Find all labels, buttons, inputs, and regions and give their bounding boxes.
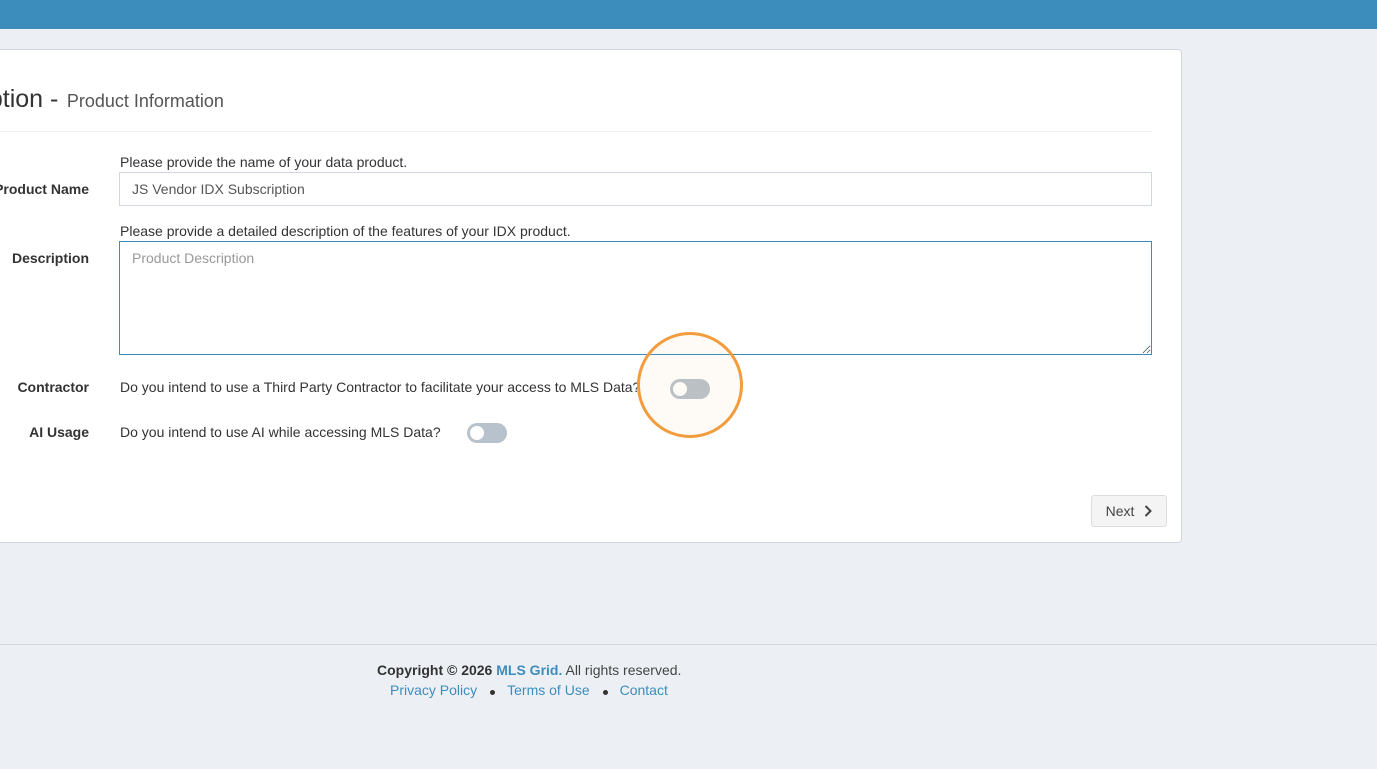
contact-link[interactable]: Contact [620, 682, 668, 698]
footer-copyright: Copyright © 2026 MLS Grid. All rights re… [377, 662, 681, 678]
copyright-text: Copyright © 2026 [377, 662, 493, 678]
description-textarea[interactable] [119, 241, 1152, 355]
page-subtitle: Product Information [66, 91, 224, 111]
chevron-right-icon [1145, 505, 1153, 517]
privacy-policy-link[interactable]: Privacy Policy [390, 682, 477, 698]
ai-usage-question: Do you intend to use AI while accessing … [120, 424, 441, 440]
title-divider [0, 131, 1152, 132]
product-name-help: Please provide the name of your data pro… [120, 154, 408, 170]
next-button[interactable]: Next [1091, 495, 1167, 527]
contractor-question: Do you intend to use a Third Party Contr… [120, 379, 641, 395]
next-button-label: Next [1105, 503, 1135, 519]
product-name-input[interactable] [119, 172, 1152, 206]
page-title: scription - Product Information [0, 84, 224, 118]
description-help: Please provide a detailed description of… [120, 223, 571, 239]
rights-text: All rights reserved. [565, 662, 682, 678]
top-navbar [0, 0, 1377, 29]
contractor-label: Contractor [17, 379, 89, 395]
terms-of-use-link[interactable]: Terms of Use [507, 682, 589, 698]
bullet-separator [490, 689, 496, 695]
footer-divider [0, 644, 1377, 645]
contractor-toggle[interactable] [670, 379, 710, 399]
footer-links: Privacy Policy Terms of Use Contact [390, 682, 668, 698]
ai-usage-label: AI Usage [29, 424, 89, 440]
brand-link[interactable]: MLS Grid. [496, 662, 562, 678]
toggle-knob [470, 426, 484, 440]
ai-usage-toggle[interactable] [467, 423, 507, 443]
page-title-main: scription - [0, 85, 59, 113]
description-label: Description [11, 250, 89, 266]
toggle-knob [673, 382, 687, 396]
bullet-separator [602, 689, 608, 695]
product-name-label: Product Name [0, 181, 89, 197]
